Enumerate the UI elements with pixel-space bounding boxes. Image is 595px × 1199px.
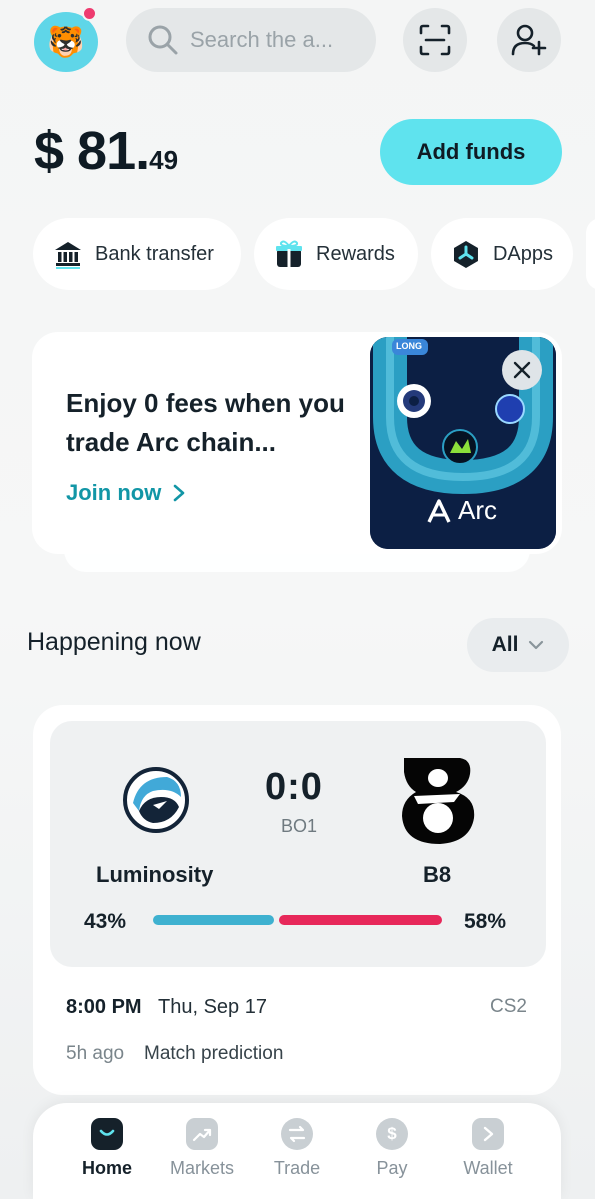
nav-label: Trade	[273, 1158, 321, 1178]
nav-wallet[interactable]: Wallet	[443, 1118, 533, 1179]
scan-button[interactable]	[403, 8, 467, 72]
team-a-prediction-bar	[153, 915, 274, 925]
match-score: 0:0	[265, 766, 323, 808]
chevron-right-icon	[174, 484, 185, 502]
chip-label: DApps	[492, 242, 553, 265]
promo-title: Enjoy 0 fees when you trade Arc chain...	[66, 388, 345, 457]
gift-icon	[276, 240, 302, 267]
trade-icon	[281, 1118, 313, 1150]
match-format: BO1	[281, 816, 318, 836]
match-date: Thu, Sep 17	[158, 996, 267, 1018]
promo-link-label: Join now	[66, 480, 162, 505]
nav-trade[interactable]: Trade	[252, 1118, 342, 1179]
scan-icon	[419, 24, 451, 56]
add-contact-button[interactable]	[497, 8, 561, 72]
section-title: Happening now	[27, 628, 201, 656]
promo-join-link[interactable]: Join now	[66, 480, 185, 506]
nav-markets[interactable]: Markets	[157, 1118, 247, 1179]
team-a-name: Luminosity	[96, 862, 214, 887]
chevron-down-icon	[529, 640, 544, 650]
nav-label: Wallet	[463, 1158, 513, 1178]
notification-dot	[82, 6, 97, 21]
chip-more[interactable]	[586, 218, 595, 290]
balance-cents: 49	[149, 145, 179, 175]
nav-label: Markets	[169, 1158, 234, 1178]
wallet-icon	[472, 1118, 504, 1150]
home-icon	[91, 1118, 123, 1150]
add-user-icon	[511, 24, 547, 56]
match-time: 8:00 PM	[66, 996, 142, 1018]
b8-logo-icon	[398, 754, 478, 851]
match-type: Match prediction	[144, 1043, 284, 1064]
chip-label: Rewards	[316, 242, 395, 265]
promo-close-button[interactable]	[502, 350, 542, 390]
nav-home[interactable]: Home	[62, 1118, 152, 1179]
account-balance: $ 81. 49	[34, 120, 178, 182]
chip-bank-transfer[interactable]: Bank transfer	[33, 218, 241, 290]
arc-logo-text: Arc	[458, 495, 497, 525]
nav-label: Pay	[376, 1158, 408, 1178]
nav-pay[interactable]: $ Pay	[347, 1118, 437, 1179]
match-posted-ago: 5h ago	[66, 1043, 125, 1064]
filter-value: All	[491, 633, 519, 656]
search-icon	[148, 25, 178, 55]
team-a-percent: 43%	[84, 910, 127, 933]
arc-logo-icon	[427, 498, 451, 523]
balance-main: $ 81.	[34, 121, 150, 181]
dapps-icon	[453, 241, 478, 268]
chip-rewards[interactable]: Rewards	[254, 218, 418, 290]
nav-label: Home	[81, 1158, 132, 1178]
promo-badge: LONG	[396, 341, 422, 351]
team-b-name: B8	[423, 862, 452, 887]
markets-icon	[186, 1118, 218, 1150]
search-placeholder: Search the a...	[190, 27, 334, 52]
arc-logo: Arc	[426, 495, 497, 526]
team-b-prediction-bar	[279, 915, 442, 925]
chip-dapps[interactable]: DApps	[431, 218, 573, 290]
team-b-percent: 58%	[464, 910, 507, 933]
chip-label: Bank transfer	[95, 242, 214, 265]
search-bar[interactable]: Search the a...	[126, 8, 376, 72]
add-funds-button[interactable]: Add funds	[380, 119, 562, 185]
bank-icon	[55, 242, 81, 269]
match-game: CS2	[490, 996, 527, 1017]
profile-avatar[interactable]: 🐯	[34, 12, 98, 72]
filter-dropdown[interactable]: All	[467, 618, 569, 672]
close-icon	[513, 361, 531, 379]
tiger-emoji-icon: 🐯	[47, 25, 85, 59]
pay-icon: $	[376, 1118, 408, 1150]
luminosity-logo-icon	[123, 767, 189, 838]
